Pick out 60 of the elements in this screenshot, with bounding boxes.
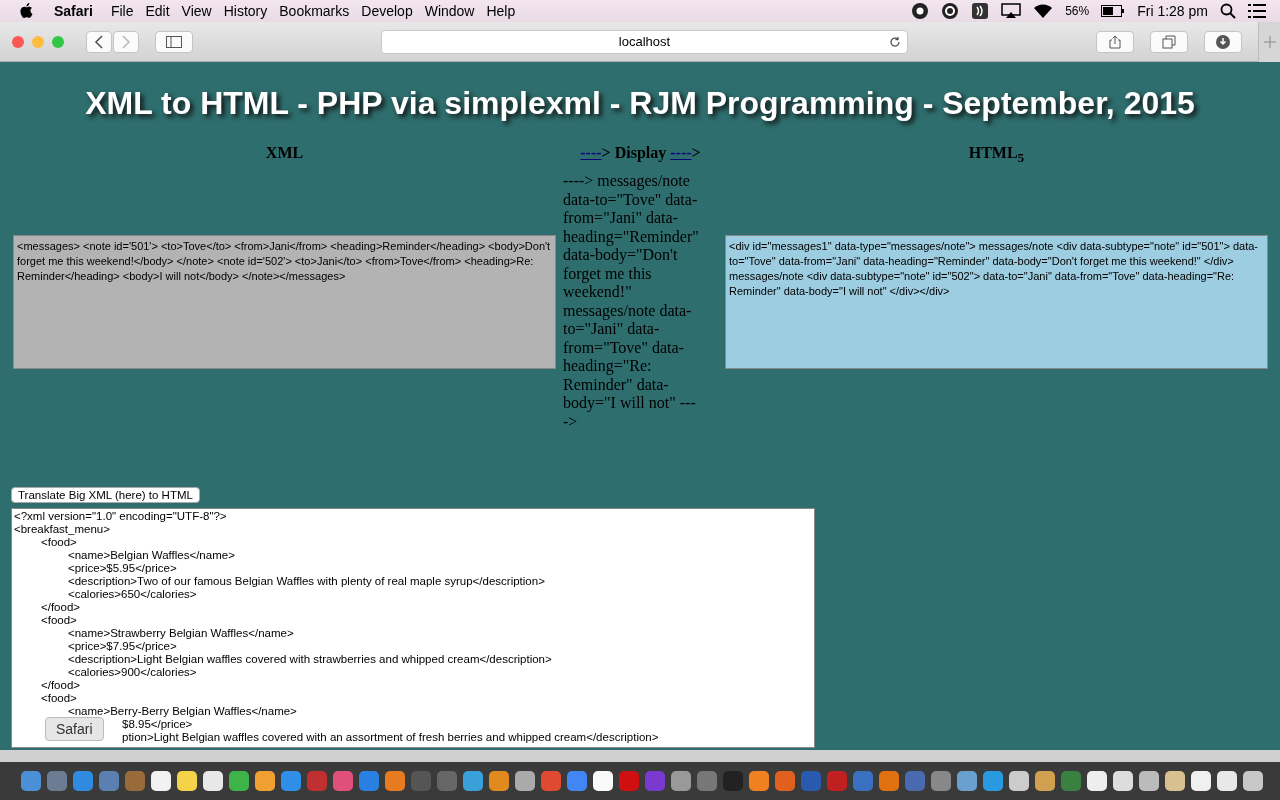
wifi-icon[interactable]	[1033, 3, 1054, 19]
app-icon[interactable]	[1216, 770, 1238, 792]
app-icon[interactable]	[1242, 770, 1264, 792]
app-icon[interactable]	[254, 770, 276, 792]
list-icon[interactable]	[1248, 4, 1266, 18]
chevron-right-icon	[121, 34, 131, 49]
app-icon[interactable]	[1034, 770, 1056, 792]
search-icon[interactable]	[1220, 3, 1236, 19]
menu-item[interactable]: View	[181, 3, 212, 19]
tabs-button[interactable]	[1150, 30, 1188, 53]
battery-percentage: 56%	[1065, 4, 1090, 18]
menu-clock[interactable]: Fri 1:28 pm	[1137, 3, 1208, 19]
status-icon[interactable]	[971, 2, 990, 20]
display-text: ----> messages/note data-to="Tove" data-from="Jani" data-heading="Reminder" data-body="Don't forget me this weekend!" messages/note data-to="Jani" data-from="Tove" data-heading="Re: Reminder" data-body="I will not" ---->	[563, 172, 700, 432]
column-heading: XML	[264, 144, 305, 163]
menu-item[interactable]: Window	[424, 3, 475, 19]
app-icon[interactable]	[1008, 770, 1030, 792]
share-icon	[1109, 34, 1121, 49]
battery-icon[interactable]	[1101, 5, 1126, 17]
app-icon[interactable]	[150, 770, 172, 792]
app-icon[interactable]	[202, 770, 224, 792]
close-icon[interactable]	[12, 35, 24, 48]
menu-item[interactable]: File	[110, 3, 134, 19]
app-icon[interactable]	[1086, 770, 1108, 792]
menu-item[interactable]: History	[223, 3, 268, 19]
sidebar-icon	[166, 35, 182, 48]
chevron-left-icon	[94, 34, 104, 49]
app-icon[interactable]	[1112, 770, 1134, 792]
menu-item[interactable]: Safari	[54, 3, 93, 19]
share-button[interactable]	[1096, 30, 1134, 53]
menu-item[interactable]: Help	[486, 3, 516, 19]
column-heading: HTML$_{5}$	[967, 144, 1026, 168]
xml-input-field[interactable]: <messages> <note id='501'> <to>Tove</to> <from>Jani</from> <heading>Reminder</heading> <body>Don't forget me this weekend!</body> </note> <note id='502'> <to>Jani</to> <from>Tove</from> <heading>Re: Reminder</heading> <body>I will not</body> </note></messages>	[13, 234, 556, 369]
html-output-field[interactable]: <div id="messages1" data-type="messages/note"> messages/note <div data-subtype="note" id="501"> data-to="Tove" data-from="Jani" data-heading="Reminder" data-body="Don't forget me this weekend!" </div> messages/note <div data-subtype="note" id="502"> data-to="Jani" data-from="Tove" data-heading="Re: Reminder" data-body="I will not" </div></div>	[725, 234, 1268, 369]
airplay-icon[interactable]	[1001, 3, 1022, 19]
dock-tooltip: Safari	[45, 717, 104, 741]
app-icon[interactable]	[1190, 770, 1212, 792]
address-field[interactable]: localhost	[381, 29, 908, 54]
download-icon	[1216, 34, 1230, 49]
app-icon[interactable]	[1164, 770, 1186, 792]
menu-item[interactable]: Develop	[361, 3, 413, 19]
status-icon[interactable]	[911, 2, 930, 20]
sidebar-button[interactable]	[155, 30, 193, 53]
status-icon[interactable]	[941, 2, 960, 20]
menu-item[interactable]: Edit	[145, 3, 170, 19]
reload-icon[interactable]	[889, 35, 901, 48]
tabs-icon	[1162, 34, 1176, 49]
apple-icon[interactable]	[20, 3, 34, 19]
back-button[interactable]	[86, 30, 112, 53]
page-title: XML to HTML - PHP via simplexml - RJM Programming - September, 2015	[84, 84, 1196, 123]
downloads-button[interactable]	[1204, 30, 1242, 53]
column-heading: > Display	[601, 144, 668, 161]
app-icon[interactable]	[1138, 770, 1160, 792]
menu-item[interactable]: Bookmarks	[279, 3, 350, 19]
app-icon[interactable]	[592, 770, 614, 792]
plus-icon	[1263, 35, 1276, 48]
column-heading: >	[691, 144, 701, 161]
app-icon[interactable]	[514, 770, 536, 792]
app-icon[interactable]	[176, 770, 198, 792]
translate-button[interactable]: Translate Big XML (here) to HTML	[11, 487, 200, 504]
